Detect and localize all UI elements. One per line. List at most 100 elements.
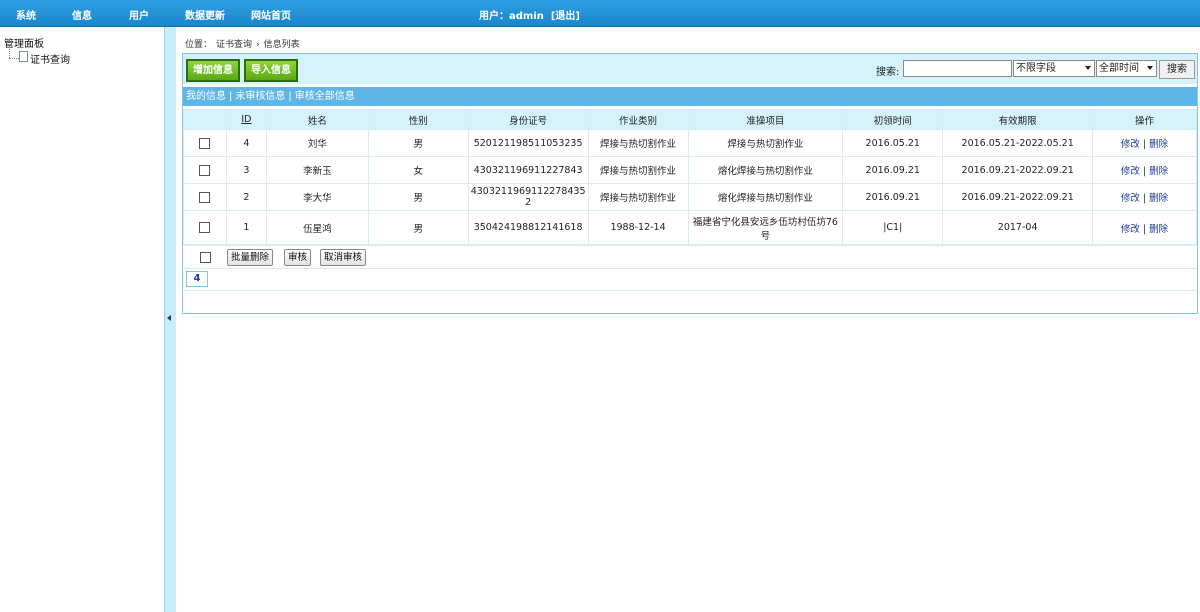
header-category: 作业类别: [587, 109, 689, 130]
cell-actions: 修改 | 删除: [1092, 183, 1197, 211]
search-input[interactable]: [903, 60, 1012, 77]
cancel-review-button[interactable]: 取消审核: [320, 249, 367, 266]
cell-name: 李大华: [265, 183, 369, 211]
cell-id: 1: [225, 210, 267, 245]
nav-item-site-home[interactable]: 网站首页: [251, 7, 291, 22]
cell-valid-period: 2016.09.21-2022.09.21: [942, 183, 1094, 211]
cell-project: 熔化焊接与热切割作业: [687, 183, 844, 211]
nav-item-system[interactable]: 系统: [16, 7, 36, 22]
delete-link[interactable]: 删除: [1149, 193, 1168, 204]
filter-separator: |: [229, 91, 233, 102]
breadcrumb-item: 信息列表: [263, 40, 300, 50]
row-checkbox[interactable]: [199, 164, 211, 176]
import-info-button[interactable]: 导入信息: [244, 59, 298, 82]
breadcrumb-separator: ›: [256, 40, 260, 50]
toolbar: 增加信息 导入信息 搜索: 不限字段 全部时间 搜索: [183, 54, 1197, 84]
cell-category: 1988-12-14: [587, 210, 689, 245]
cell-name: 李新玉: [265, 156, 369, 184]
tree-item-certificate-query[interactable]: 证书查询: [30, 51, 70, 66]
main-panel: 增加信息 导入信息 搜索: 不限字段 全部时间 搜索 我的信息 | 未审核信息 | 审核…: [182, 53, 1198, 314]
user-label: 用户：admin: [479, 11, 544, 22]
delete-link[interactable]: 删除: [1149, 139, 1168, 150]
edit-link[interactable]: 修改: [1121, 224, 1140, 235]
edit-link[interactable]: 修改: [1121, 139, 1140, 150]
pagination-current-page[interactable]: 4: [186, 271, 208, 287]
chevron-down-icon: [1085, 66, 1091, 70]
cell-project: 熔化焊接与热切割作业: [687, 156, 844, 184]
nav-item-info[interactable]: 信息: [72, 7, 92, 22]
row-checkbox-cell: [183, 129, 227, 157]
row-checkbox[interactable]: [199, 222, 211, 233]
cell-gender: 女: [367, 156, 469, 184]
filter-bar: 我的信息 | 未审核信息 | 审核全部信息: [183, 87, 1197, 106]
search-button[interactable]: 搜索: [1159, 60, 1195, 79]
field-select[interactable]: 不限字段: [1013, 60, 1095, 77]
cell-gender: 男: [367, 210, 469, 245]
document-icon: [19, 51, 28, 62]
header-project: 准操项目: [687, 109, 844, 130]
cell-first-date: 2016.05.21: [842, 129, 944, 157]
cell-valid-period: 2016.09.21-2022.09.21: [942, 156, 1094, 184]
cell-actions: 修改 | 删除: [1092, 210, 1197, 245]
cell-name: 伍星鸿: [265, 210, 369, 245]
delete-link[interactable]: 删除: [1149, 166, 1168, 177]
field-select-value: 不限字段: [1016, 63, 1056, 74]
tree-connector-horizontal: [9, 58, 19, 60]
logout-link[interactable]: [退出]: [551, 11, 580, 22]
header-first-date: 初领时间: [842, 109, 944, 130]
review-button[interactable]: 审核: [284, 249, 312, 266]
cell-id-number: 430321196911227843: [467, 156, 589, 184]
cell-id-number: 350424198812141618: [467, 210, 589, 245]
table-header-row: ID 姓名 性别 身份证号 作业类别 准操项目 初领时间 有效期限 操作: [183, 109, 1197, 130]
cell-valid-period: 2017-04: [942, 210, 1094, 245]
filter-review-all[interactable]: 审核全部信息: [295, 91, 355, 102]
user-info: 用户：admin [退出]: [479, 7, 580, 22]
cell-gender: 男: [367, 183, 469, 211]
filter-unreviewed[interactable]: 未审核信息: [235, 91, 285, 102]
header-gender: 性别: [367, 109, 469, 130]
row-checkbox[interactable]: [199, 191, 211, 203]
table-row: 2 李大华 男 4303211969112278435​2 焊接与热切割作业 熔…: [183, 183, 1197, 211]
nav-item-data-update[interactable]: 数据更新: [185, 7, 225, 22]
cell-project: 焊接与热切割作业: [687, 129, 844, 157]
select-all-checkbox[interactable]: [200, 252, 211, 263]
table-row: 4 刘华 男 520121198511053235 焊接与热切割作业 焊接与热切…: [183, 129, 1197, 157]
cell-actions: 修改 | 删除: [1092, 156, 1197, 184]
cell-id-number: 520121198511053235: [467, 129, 589, 157]
pager-divider: [183, 290, 1197, 291]
top-nav-bar: 系统 信息 用户 数据更新 网站首页 用户：admin [退出]: [0, 0, 1200, 27]
time-select[interactable]: 全部时间: [1096, 60, 1157, 77]
cell-gender: 男: [367, 129, 469, 157]
add-info-button[interactable]: 增加信息: [186, 59, 240, 82]
delete-link[interactable]: 删除: [1149, 224, 1168, 235]
cell-first-date: 2016.09.21: [842, 156, 944, 184]
cell-first-date: |C1|: [842, 210, 944, 245]
collapse-arrow-icon[interactable]: [167, 315, 171, 321]
chevron-down-icon: [1147, 66, 1153, 70]
cell-category: 焊接与热切割作业: [587, 156, 689, 184]
action-separator: |: [1142, 166, 1147, 177]
breadcrumb-item[interactable]: 证书查询: [216, 40, 252, 50]
nav-item-users[interactable]: 用户: [129, 7, 149, 22]
cell-actions: 修改 | 删除: [1092, 129, 1197, 157]
cell-id: 2: [225, 183, 267, 211]
action-separator: |: [1142, 139, 1147, 150]
filter-my-info[interactable]: 我的信息: [186, 91, 226, 102]
bulk-delete-button[interactable]: 批量删除: [227, 249, 274, 266]
table-row: 3 李新玉 女 430321196911227843 焊接与热切割作业 熔化焊接…: [183, 156, 1197, 184]
cell-project: 福建省宁化县安远乡伍坊村伍坊76号: [687, 210, 844, 245]
info-table: ID 姓名 性别 身份证号 作业类别 准操项目 初领时间 有效期限 操作 4 刘…: [183, 109, 1197, 245]
breadcrumb: 位置： 证书查询 › 信息列表: [185, 37, 304, 50]
table-row: 1 伍星鸿 男 350424198812141618 1988-12-14 福建…: [183, 210, 1197, 245]
edit-link[interactable]: 修改: [1121, 166, 1140, 177]
cell-first-date: 2016.09.21: [842, 183, 944, 211]
row-checkbox[interactable]: [199, 137, 211, 149]
sidebar-splitter[interactable]: [164, 27, 176, 612]
header-id[interactable]: ID: [225, 109, 267, 130]
header-name: 姓名: [265, 109, 369, 130]
row-checkbox-cell: [183, 183, 227, 211]
cell-id: 3: [225, 156, 267, 184]
cell-name: 刘华: [265, 129, 369, 157]
edit-link[interactable]: 修改: [1121, 193, 1140, 204]
filter-separator: |: [288, 91, 292, 102]
